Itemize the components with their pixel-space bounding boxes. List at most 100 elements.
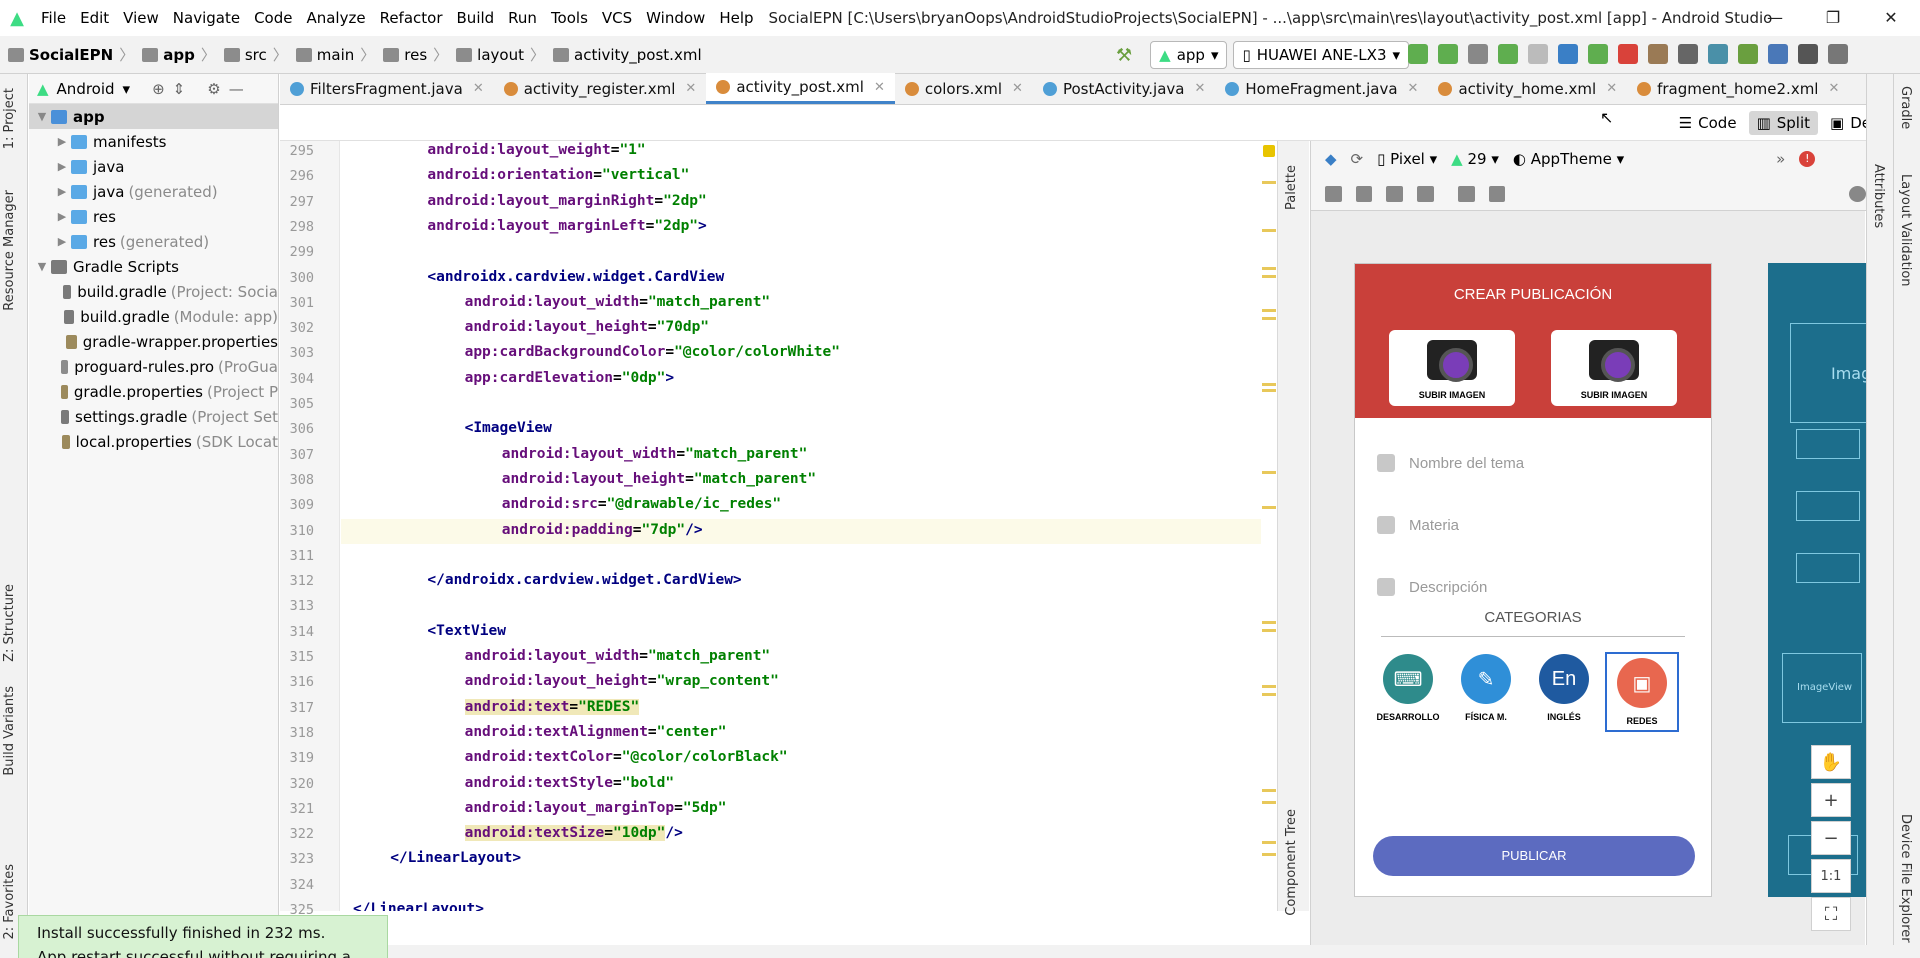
menu-run[interactable]: Run: [501, 0, 544, 36]
sync-icon[interactable]: [1648, 44, 1668, 64]
warning-marker[interactable]: [1262, 267, 1276, 270]
layout-validation-tab[interactable]: Layout Validation: [1898, 174, 1913, 287]
attach-debugger-icon[interactable]: [1588, 44, 1608, 64]
apply-changes-icon[interactable]: [1408, 44, 1428, 64]
breadcrumb-item[interactable]: SocialEPN 〉: [0, 44, 134, 65]
magnet-icon[interactable]: [1386, 185, 1404, 202]
code-mode-button[interactable]: ☰ Code: [1671, 111, 1745, 135]
tree-item[interactable]: ▼ Gradle Scripts: [29, 254, 278, 279]
warning-marker[interactable]: [1262, 229, 1276, 232]
tree-item[interactable]: gradle-wrapper.properties: [29, 329, 278, 354]
menu-edit[interactable]: Edit: [73, 0, 116, 36]
close-button[interactable]: ✕: [1862, 0, 1920, 36]
attributes-tab[interactable]: Attributes: [1871, 164, 1886, 228]
breadcrumb-item[interactable]: activity_post.xml: [545, 44, 702, 65]
code-editor[interactable]: android:layout_weight="1" android:orienta…: [341, 141, 1261, 911]
menu-refactor[interactable]: Refactor: [373, 0, 450, 36]
subject-field[interactable]: Materia: [1377, 510, 1687, 540]
expanded-icon[interactable]: ▼: [33, 110, 51, 123]
breadcrumb-item[interactable]: layout 〉: [448, 44, 545, 65]
hammer-icon[interactable]: ⚒: [1116, 45, 1132, 66]
upload-image-card[interactable]: SUBIR IMAGEN: [1551, 330, 1677, 406]
warning-marker[interactable]: [1262, 317, 1276, 320]
menu-vcs[interactable]: VCS: [595, 0, 639, 36]
menu-view[interactable]: View: [116, 0, 166, 36]
sdk-manager-icon[interactable]: [1708, 44, 1728, 64]
breadcrumb-item[interactable]: app 〉: [134, 44, 216, 65]
project-tool-tab[interactable]: 1: Project: [2, 88, 17, 149]
tree-item[interactable]: gradle.properties (Project P: [29, 379, 278, 404]
orientation-icon[interactable]: ⟳: [1351, 150, 1364, 168]
project-view-select[interactable]: Android: [57, 80, 115, 98]
api-select[interactable]: ▲ 29 ▾: [1451, 150, 1499, 168]
horizontal-guide-icon[interactable]: [1457, 185, 1475, 202]
avd-manager-icon[interactable]: [1678, 44, 1698, 64]
editor-tab[interactable]: activity_post.xml ✕: [706, 73, 895, 104]
upload-image-card[interactable]: SUBIR IMAGEN: [1389, 330, 1515, 406]
tree-item[interactable]: build.gradle (Project: Socia: [29, 279, 278, 304]
gear-icon[interactable]: ⚙: [207, 80, 220, 98]
pan-button[interactable]: ✋: [1811, 745, 1851, 779]
warning-marker[interactable]: [1262, 181, 1276, 184]
zoom-fit-button[interactable]: ⛶: [1811, 897, 1851, 931]
chevron-down-icon[interactable]: ▾: [123, 80, 131, 98]
tree-item[interactable]: ▼ app: [29, 104, 278, 129]
warning-marker[interactable]: [1262, 853, 1276, 856]
zoom-in-button[interactable]: +: [1811, 783, 1851, 817]
collapsed-icon[interactable]: ▶: [53, 160, 71, 173]
tree-item[interactable]: ▶ java (generated): [29, 179, 278, 204]
close-tab-icon[interactable]: ✕: [874, 80, 885, 95]
collapsed-icon[interactable]: ▶: [53, 235, 71, 248]
breadcrumb-item[interactable]: res 〉: [375, 44, 448, 65]
editor-tab[interactable]: activity_home.xml ✕: [1428, 73, 1627, 104]
warning-marker[interactable]: [1262, 629, 1276, 632]
hide-icon[interactable]: —: [229, 80, 244, 98]
vertical-guide-icon[interactable]: [1488, 185, 1506, 202]
layout-inspector-icon[interactable]: [1768, 44, 1788, 64]
menu-analyze[interactable]: Analyze: [299, 0, 372, 36]
tree-item[interactable]: ▶ res (generated): [29, 229, 278, 254]
close-tab-icon[interactable]: ✕: [473, 81, 484, 96]
close-tab-icon[interactable]: ✕: [1408, 81, 1419, 96]
warning-marker[interactable]: [1262, 389, 1276, 392]
close-tab-icon[interactable]: ✕: [1194, 81, 1205, 96]
stop-icon[interactable]: [1618, 44, 1638, 64]
warning-marker[interactable]: [1262, 789, 1276, 792]
notification-toast[interactable]: Install successfully finished in 232 ms.…: [18, 915, 388, 958]
editor-tab[interactable]: FiltersFragment.java ✕: [280, 73, 494, 104]
expanded-icon[interactable]: ▼: [33, 260, 51, 273]
structure-tab[interactable]: Z: Structure: [2, 584, 17, 662]
warning-marker[interactable]: [1262, 383, 1276, 386]
close-tab-icon[interactable]: ✕: [685, 81, 696, 96]
profile-icon[interactable]: [1558, 44, 1578, 64]
device-file-explorer-tab[interactable]: Device File Explorer: [1898, 814, 1913, 943]
component-tree-tab[interactable]: Component Tree: [1284, 809, 1299, 916]
build-variants-tab[interactable]: Build Variants: [2, 686, 17, 776]
publish-button[interactable]: PUBLICAR: [1373, 836, 1695, 876]
category-item[interactable]: ⌨ DESARROLLO: [1373, 654, 1443, 722]
help-icon[interactable]: [1849, 185, 1867, 202]
layers-icon[interactable]: ◆: [1325, 150, 1337, 168]
theme-select[interactable]: ◐ AppTheme ▾: [1513, 150, 1624, 168]
menu-help[interactable]: Help: [712, 0, 760, 36]
tree-item[interactable]: ▶ manifests: [29, 129, 278, 154]
device-select[interactable]: ▯ HUAWEI ANE-LX3 ▾: [1233, 41, 1410, 69]
device-select[interactable]: ▯ Pixel ▾: [1377, 150, 1437, 168]
settings-icon[interactable]: [1828, 44, 1848, 64]
warning-marker[interactable]: [1262, 621, 1276, 624]
maximize-button[interactable]: ❐: [1804, 0, 1862, 36]
apply-code-changes-icon[interactable]: [1438, 44, 1458, 64]
warning-marker[interactable]: [1262, 685, 1276, 688]
tree-item[interactable]: proguard-rules.pro (ProGua: [29, 354, 278, 379]
editor-tab[interactable]: colors.xml ✕: [895, 73, 1033, 104]
clear-constraints-icon[interactable]: [1417, 185, 1434, 202]
warning-marker[interactable]: [1262, 275, 1276, 278]
breadcrumb-item[interactable]: main 〉: [288, 44, 375, 65]
category-item[interactable]: En INGLÉS: [1529, 654, 1599, 722]
tree-item[interactable]: local.properties (SDK Locat: [29, 429, 278, 454]
editor-tab[interactable]: PostActivity.java ✕: [1033, 73, 1215, 104]
palette-tab[interactable]: Palette: [1284, 165, 1299, 210]
analysis-status-icon[interactable]: [1263, 145, 1275, 157]
zoom-out-button[interactable]: −: [1811, 821, 1851, 855]
close-tab-icon[interactable]: ✕: [1828, 81, 1839, 96]
